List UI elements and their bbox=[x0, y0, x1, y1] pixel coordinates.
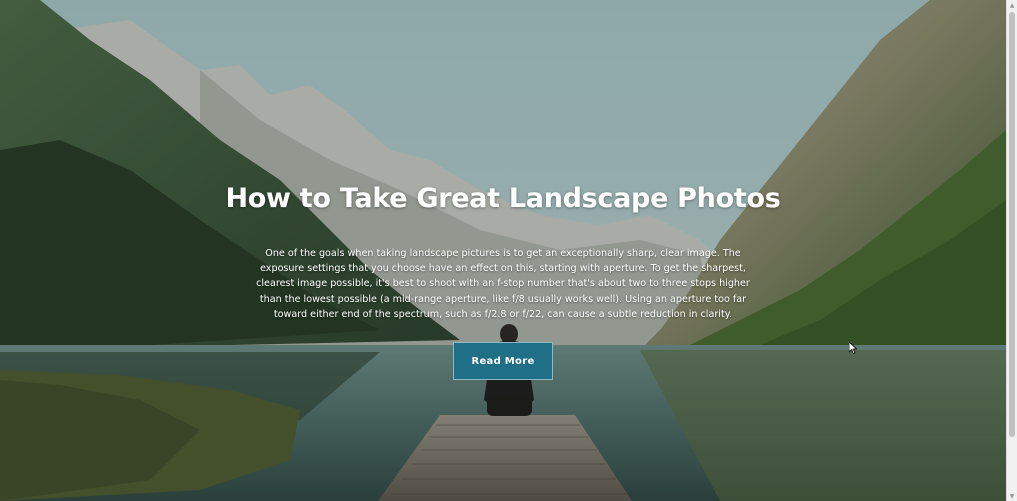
mouse-pointer-icon bbox=[849, 342, 857, 354]
hero-title: How to Take Great Landscape Photos bbox=[225, 183, 781, 214]
vertical-scrollbar[interactable]: ▲ ▼ bbox=[1006, 0, 1017, 501]
browser-viewport: How to Take Great Landscape Photos One o… bbox=[0, 0, 1017, 501]
triangle-up-icon[interactable]: ▲ bbox=[1007, 0, 1017, 10]
read-more-button[interactable]: Read More bbox=[453, 342, 553, 380]
triangle-down-icon[interactable]: ▼ bbox=[1007, 491, 1017, 501]
scrollbar-thumb[interactable] bbox=[1009, 12, 1015, 437]
hero-description: One of the goals when taking landscape p… bbox=[256, 248, 750, 320]
hero-section: How to Take Great Landscape Photos One o… bbox=[0, 183, 1006, 322]
